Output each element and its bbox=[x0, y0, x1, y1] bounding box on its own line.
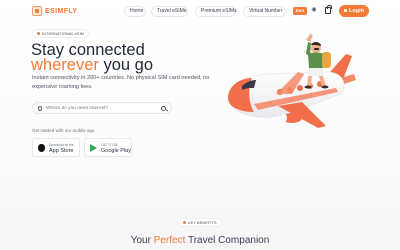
nav-travel-esims[interactable]: Travel eSIMs bbox=[151, 6, 188, 17]
section-badge: KEY BENEFITS bbox=[178, 218, 222, 227]
search-input[interactable] bbox=[46, 105, 156, 112]
destination-search[interactable] bbox=[32, 102, 172, 114]
section-title-post: Travel Companion bbox=[185, 235, 270, 246]
login-button[interactable]: Login bbox=[339, 5, 369, 17]
hero-title-line2: wherever you go bbox=[31, 57, 153, 74]
hero-subtitle: Instant connectivity in 200+ countries. … bbox=[32, 75, 210, 90]
nav-virtual-number[interactable]: Virtual Number bbox=[243, 6, 286, 17]
get-started-label: Get started with our mobile app bbox=[32, 128, 95, 133]
user-icon bbox=[344, 9, 348, 13]
google-play-label: Google Play bbox=[101, 148, 131, 154]
app-store-button[interactable]: Download on the App Store bbox=[32, 138, 80, 157]
search-icon[interactable] bbox=[161, 105, 166, 111]
section-badge-dot-icon bbox=[183, 221, 186, 225]
eye-icon[interactable]: ◉ bbox=[310, 7, 318, 14]
section-title-pre: Your bbox=[130, 235, 154, 246]
apple-icon bbox=[38, 144, 45, 152]
location-pin-icon bbox=[38, 106, 42, 111]
hero-badge-text: INTERNATIONAL eSIM bbox=[42, 31, 85, 36]
section-title: Your Perfect Travel Companion bbox=[0, 235, 400, 246]
language-selector[interactable]: ENG bbox=[293, 7, 307, 15]
google-play-button[interactable]: GET IT ON Google Play bbox=[84, 138, 132, 157]
nav-home[interactable]: Home bbox=[124, 6, 146, 17]
cart-icon[interactable] bbox=[325, 5, 332, 14]
app-store-label: App Store bbox=[49, 148, 74, 154]
login-label: Login bbox=[349, 8, 364, 14]
google-play-icon bbox=[90, 144, 97, 152]
traveler-airplane-illustration bbox=[227, 34, 356, 128]
nav-premium-esims[interactable]: Premium eSIMs bbox=[195, 6, 237, 17]
hero-badge: INTERNATIONAL eSIM bbox=[32, 29, 90, 38]
section-title-accent: Perfect bbox=[153, 235, 186, 246]
hero-title-accent: wherever bbox=[31, 56, 99, 74]
header: ESIMFLY Home Travel eSIMs Premium eSIMs … bbox=[0, 0, 400, 24]
app-store-small: Download on the bbox=[49, 142, 74, 147]
section-badge-text: KEY BENEFITS bbox=[188, 220, 217, 225]
google-play-small: GET IT ON bbox=[101, 142, 118, 147]
hero-title-rest: you go bbox=[98, 56, 153, 74]
badge-dot-icon bbox=[37, 32, 40, 36]
